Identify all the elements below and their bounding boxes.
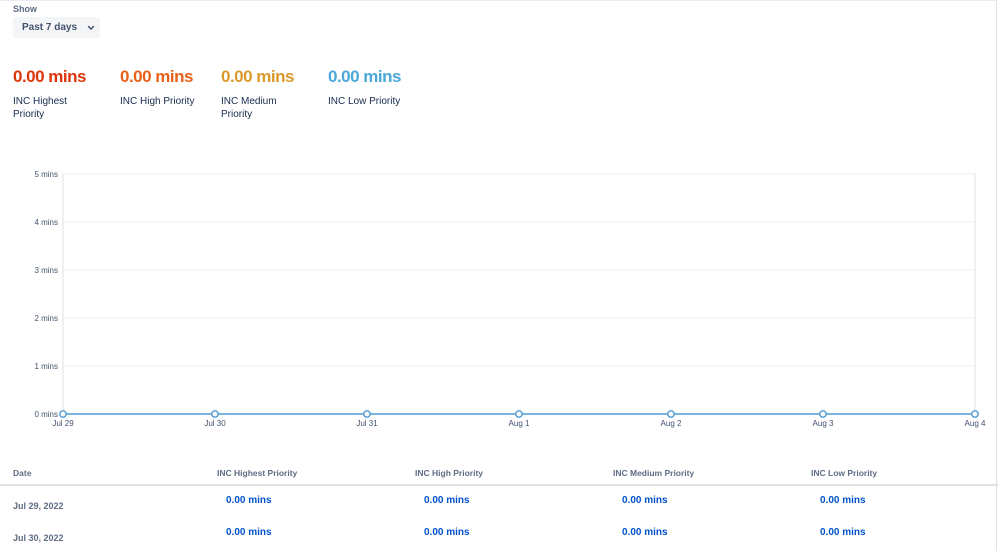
cell-medium[interactable]: 0.00 mins — [622, 495, 668, 506]
y-tick-label: 2 mins — [34, 314, 58, 323]
stat-label: INC Highest Priority — [13, 96, 67, 120]
column-header-medium: INC Medium Priority — [613, 468, 695, 478]
table-row: Jul 30, 2022 0.00 mins 0.00 mins 0.00 mi… — [0, 518, 998, 550]
stat-value: 0.00 mins — [221, 67, 295, 86]
time-range-dropdown[interactable]: Past 7 days — [13, 17, 100, 38]
x-tick-label: Aug 2 — [661, 419, 682, 428]
cell-medium[interactable]: 0.00 mins — [622, 527, 668, 538]
cell-highest[interactable]: 0.00 mins — [226, 495, 272, 506]
stat-highest: 0.00 mins INC Highest Priority — [13, 66, 87, 121]
cell-highest[interactable]: 0.00 mins — [226, 527, 272, 538]
x-tick-label: Jul 30 — [204, 419, 226, 428]
stat-low: 0.00 mins INC Low Priority — [328, 66, 418, 108]
chevron-down-icon — [87, 25, 95, 30]
y-tick-label: 5 mins — [34, 170, 58, 179]
x-tick-label: Jul 31 — [356, 419, 378, 428]
time-range-value: Past 7 days — [22, 22, 78, 33]
data-point — [363, 410, 371, 418]
data-point — [667, 410, 675, 418]
x-tick-label: Jul 29 — [52, 419, 74, 428]
data-point — [819, 410, 827, 418]
data-point — [971, 410, 979, 418]
cell-low[interactable]: 0.00 mins — [820, 527, 866, 538]
column-header-date: Date — [13, 468, 32, 478]
x-tick-label: Aug 3 — [813, 419, 834, 428]
plot-area — [62, 173, 976, 415]
stat-medium: 0.00 mins INC Medium Priority — [221, 66, 295, 121]
y-tick-label: 3 mins — [34, 266, 58, 275]
column-header-high: INC High Priority — [415, 468, 484, 478]
data-point — [515, 410, 523, 418]
stat-label: INC High Priority — [120, 96, 195, 107]
y-tick-label: 0 mins — [34, 410, 58, 419]
x-tick-label: Aug 4 — [965, 419, 986, 428]
cell-low[interactable]: 0.00 mins — [820, 495, 866, 506]
stat-high: 0.00 mins INC High Priority — [120, 66, 210, 108]
y-tick-label: 1 mins — [34, 362, 58, 371]
cell-high[interactable]: 0.00 mins — [424, 495, 470, 506]
x-tick-label: Aug 1 — [509, 419, 530, 428]
filter-label: Show — [13, 4, 37, 14]
row-date: Jul 30, 2022 — [13, 533, 64, 543]
table-header: Date INC Highest Priority INC High Prior… — [0, 462, 998, 486]
stat-label: INC Low Priority — [328, 96, 401, 107]
stat-value: 0.00 mins — [120, 67, 194, 86]
column-header-highest: INC Highest Priority — [217, 468, 298, 478]
data-point — [59, 410, 67, 418]
chart-canvas: 0 mins 1 mins 2 mins 3 mins 4 mins 5 mins Jul … — [34, 170, 986, 428]
data-point — [211, 410, 219, 418]
y-tick-label: 4 mins — [34, 218, 58, 227]
stat-label: INC Medium Priority — [221, 96, 277, 120]
trend-chart: 0 mins 1 mins 2 mins 3 mins 4 mins 5 mins Jul … — [0, 160, 998, 435]
column-header-low: INC Low Priority — [811, 468, 878, 478]
table-row: Jul 29, 2022 0.00 mins 0.00 mins 0.00 mi… — [0, 486, 998, 518]
stat-value: 0.00 mins — [13, 67, 87, 86]
stat-value: 0.00 mins — [328, 67, 402, 86]
cell-high[interactable]: 0.00 mins — [424, 527, 470, 538]
data-table: Date INC Highest Priority INC High Prior… — [0, 462, 998, 550]
row-date: Jul 29, 2022 — [13, 501, 64, 511]
